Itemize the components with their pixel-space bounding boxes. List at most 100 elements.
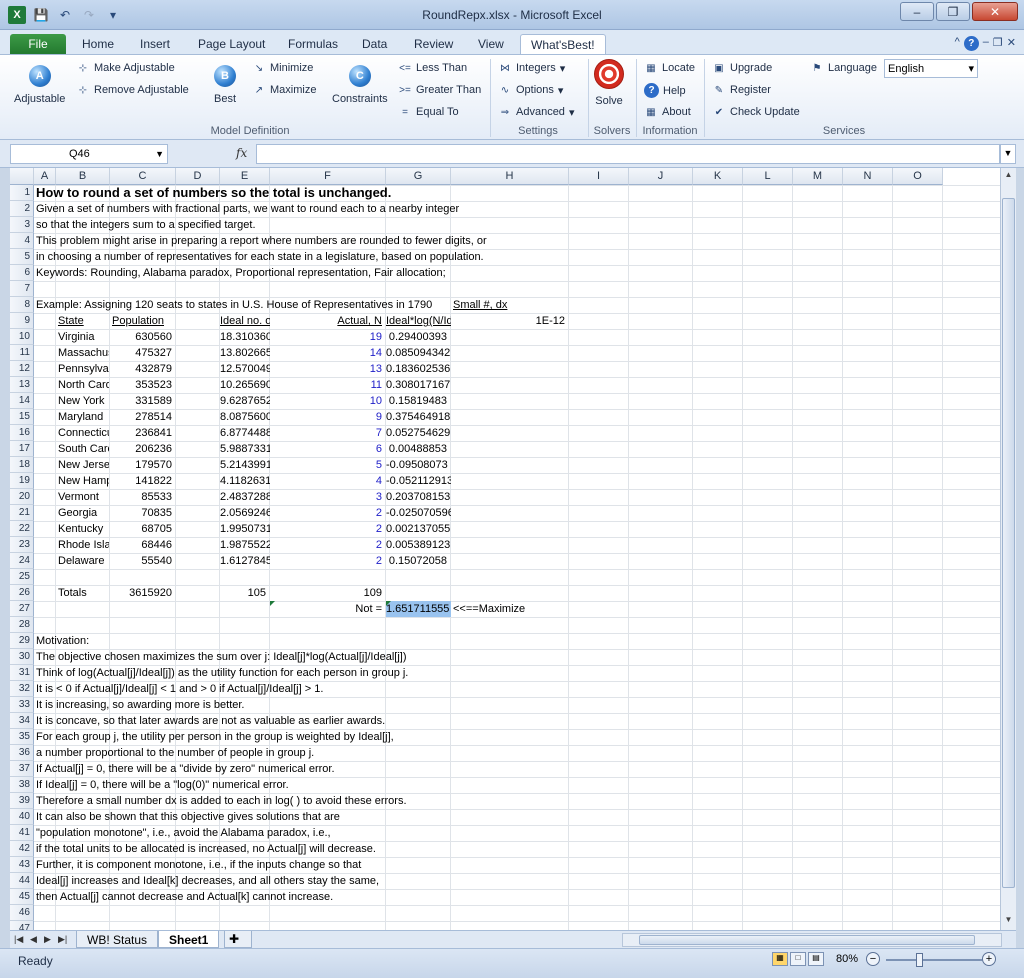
intro-text-line[interactable]: This problem might arise in preparing a … bbox=[36, 233, 636, 249]
actual-reps-value[interactable]: 4 bbox=[270, 473, 386, 489]
maximize-button[interactable]: ↗ Maximize bbox=[252, 83, 317, 97]
objective-term-value[interactable]: -0.09508073 bbox=[386, 457, 451, 473]
ideal-reps-value[interactable]: 9.62876529347994 bbox=[220, 393, 270, 409]
column-header[interactable]: I bbox=[569, 168, 629, 185]
column-header[interactable]: H bbox=[451, 168, 569, 185]
column-header[interactable]: L bbox=[743, 168, 793, 185]
tab-whatsbest[interactable]: What'sBest! bbox=[520, 34, 606, 54]
row-header[interactable]: 10 bbox=[10, 329, 34, 345]
maximize-note[interactable]: <<==Maximize bbox=[453, 601, 553, 617]
row-header[interactable]: 32 bbox=[10, 681, 34, 697]
minimize-window-button[interactable]: – bbox=[900, 2, 934, 21]
row-header[interactable]: 13 bbox=[10, 377, 34, 393]
state-name[interactable]: Virginia bbox=[58, 329, 109, 345]
row-header[interactable]: 3 bbox=[10, 217, 34, 233]
column-header[interactable]: A bbox=[34, 168, 56, 185]
row-header[interactable]: 30 bbox=[10, 649, 34, 665]
population-value[interactable]: 68446 bbox=[110, 537, 176, 553]
sheet-tab-wb-status[interactable]: WB! Status bbox=[76, 931, 159, 948]
make-adjustable-button[interactable]: ⊹ Make Adjustable bbox=[76, 61, 175, 75]
state-name[interactable]: Kentucky bbox=[58, 521, 109, 537]
column-header[interactable]: N bbox=[843, 168, 893, 185]
first-sheet-icon[interactable]: |◀ bbox=[14, 934, 23, 945]
objective-total-value[interactable]: 1.651711555 bbox=[386, 601, 451, 617]
sheet-title[interactable]: How to round a set of numbers so the tot… bbox=[36, 185, 636, 201]
close-window-button[interactable]: ✕ bbox=[972, 2, 1018, 21]
row-header[interactable]: 25 bbox=[10, 569, 34, 585]
help-button[interactable]: ? Help bbox=[644, 83, 686, 98]
row-header[interactable]: 26 bbox=[10, 585, 34, 601]
name-box-dropdown-icon[interactable]: ▼ bbox=[155, 149, 164, 159]
row-header[interactable]: 6 bbox=[10, 265, 34, 281]
objective-term-value[interactable]: 0.203708153 bbox=[386, 489, 451, 505]
advanced-button[interactable]: ⇒ Advanced ▾ bbox=[498, 105, 575, 119]
row-header[interactable]: 29 bbox=[10, 633, 34, 649]
objective-term-value[interactable]: 0.085094342 bbox=[386, 345, 451, 361]
row-header[interactable]: 37 bbox=[10, 761, 34, 777]
ideal-reps-value[interactable]: 2.05692465541273 bbox=[220, 505, 270, 521]
objective-term-value[interactable]: 0.15819483 bbox=[386, 393, 451, 409]
remove-adjustable-button[interactable]: ⊹ Remove Adjustable bbox=[76, 83, 189, 97]
state-name[interactable]: South Carolina bbox=[58, 441, 109, 457]
options-button[interactable]: ∿ Options ▾ bbox=[498, 83, 564, 97]
row-header[interactable]: 4 bbox=[10, 233, 34, 249]
ideal-reps-value[interactable]: 5.98873315781323 bbox=[220, 441, 270, 457]
zoom-out-icon[interactable]: − bbox=[866, 952, 880, 966]
solve-button[interactable]: Solve bbox=[594, 59, 624, 107]
population-value[interactable]: 85533 bbox=[110, 489, 176, 505]
constraints-button[interactable]: C Constraints bbox=[332, 65, 388, 105]
intro-text-line[interactable]: in choosing a number of representatives … bbox=[36, 249, 636, 265]
actual-reps-value[interactable]: 19 bbox=[270, 329, 386, 345]
row-header[interactable]: 33 bbox=[10, 697, 34, 713]
actual-reps-value[interactable]: 6 bbox=[270, 441, 386, 457]
ideal-reps-value[interactable]: 2.48372889886944 bbox=[220, 489, 270, 505]
column-header[interactable]: O bbox=[893, 168, 943, 185]
vertical-scroll-thumb[interactable] bbox=[1002, 198, 1015, 888]
zoom-slider[interactable] bbox=[886, 959, 982, 961]
register-button[interactable]: ✎ Register bbox=[712, 83, 771, 97]
state-name[interactable]: Maryland bbox=[58, 409, 109, 425]
row-header[interactable]: 8 bbox=[10, 297, 34, 313]
ideal-reps-value[interactable]: 10.26569033606940 bbox=[220, 377, 270, 393]
row-header[interactable]: 2 bbox=[10, 201, 34, 217]
ideal-reps-value[interactable]: 18.31036084869130 bbox=[220, 329, 270, 345]
ideal-reps-value[interactable]: 8.08756001238966 bbox=[220, 409, 270, 425]
row-header[interactable]: 19 bbox=[10, 473, 34, 489]
tab-home[interactable]: Home bbox=[72, 34, 124, 54]
restore-window-button[interactable]: ❐ bbox=[936, 2, 970, 21]
row-header[interactable]: 17 bbox=[10, 441, 34, 457]
small-dx-value[interactable]: 1E-12 bbox=[451, 313, 569, 329]
row-header[interactable]: 47 bbox=[10, 921, 34, 930]
row-header[interactable]: 31 bbox=[10, 665, 34, 681]
actual-reps-value[interactable]: 10 bbox=[270, 393, 386, 409]
header-population[interactable]: Population bbox=[112, 313, 182, 329]
insert-sheet-icon[interactable]: ✚ bbox=[224, 931, 252, 948]
row-header[interactable]: 34 bbox=[10, 713, 34, 729]
scroll-down-icon[interactable]: ▼ bbox=[1002, 915, 1015, 928]
motivation-text-line[interactable]: If Ideal[j] = 0, there will be a "log(0)… bbox=[36, 777, 636, 793]
actual-reps-value[interactable]: 11 bbox=[270, 377, 386, 393]
objective-term-value[interactable]: -0.025070596 bbox=[386, 505, 451, 521]
actual-reps-value[interactable]: 13 bbox=[270, 361, 386, 377]
help-icon[interactable]: ? bbox=[963, 36, 979, 51]
restore-workbook-icon[interactable]: ❐ bbox=[993, 36, 1003, 51]
actual-reps-value[interactable]: 9 bbox=[270, 409, 386, 425]
row-header[interactable]: 27 bbox=[10, 601, 34, 617]
motivation-text-line[interactable]: It is increasing, so awarding more is be… bbox=[36, 697, 636, 713]
actual-reps-value[interactable]: 2 bbox=[270, 553, 386, 569]
column-header[interactable]: E bbox=[220, 168, 270, 185]
population-value[interactable]: 331589 bbox=[110, 393, 176, 409]
population-value[interactable]: 236841 bbox=[110, 425, 176, 441]
ideal-reps-value[interactable]: 1.99507317639771 bbox=[220, 521, 270, 537]
prev-sheet-icon[interactable]: ◀ bbox=[30, 934, 37, 945]
row-header[interactable]: 36 bbox=[10, 745, 34, 761]
population-value[interactable]: 278514 bbox=[110, 409, 176, 425]
horizontal-scroll-thumb[interactable] bbox=[639, 935, 975, 945]
less-than-button[interactable]: <= Less Than bbox=[398, 61, 467, 75]
ideal-reps-value[interactable]: 12.57004994579530 bbox=[220, 361, 270, 377]
row-header[interactable]: 41 bbox=[10, 825, 34, 841]
upgrade-button[interactable]: ▣ Upgrade bbox=[712, 61, 772, 75]
row-header[interactable]: 7 bbox=[10, 281, 34, 297]
row-header[interactable]: 24 bbox=[10, 553, 34, 569]
zoom-level[interactable]: 80% bbox=[836, 953, 858, 965]
